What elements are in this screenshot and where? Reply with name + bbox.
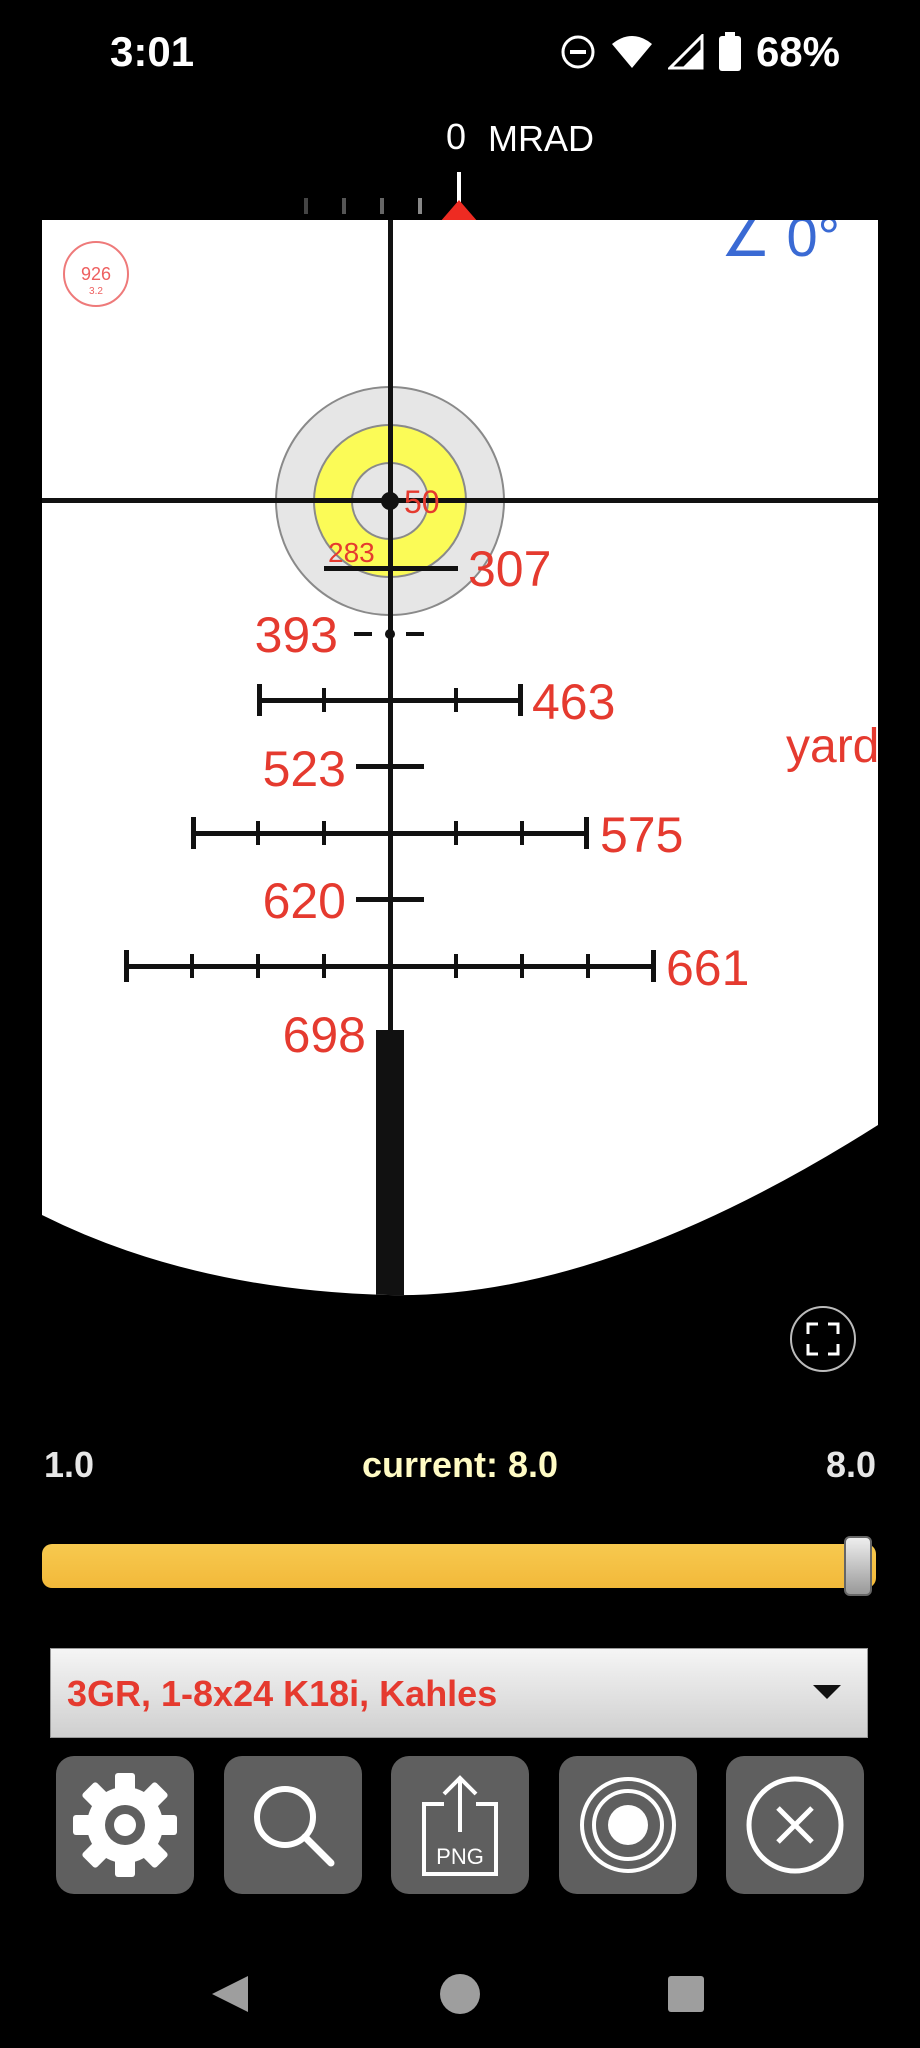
reticle-view[interactable]: 926 3.2 ∠ 0° yard 50 283 307 393 463 523…: [42, 220, 878, 1300]
holdover-label-698: 698: [283, 1007, 366, 1063]
badge-top-value: 926: [81, 264, 111, 284]
target-icon: [579, 1777, 676, 1873]
status-icons: 68%: [560, 28, 840, 76]
target-label-283: 283: [328, 537, 375, 568]
mrad-value: 0: [446, 116, 467, 157]
holdover-bar-523: [356, 764, 424, 769]
badge-bottom-value: 3.2: [89, 286, 103, 297]
zoom-current-label: current: 8.0: [361, 1444, 559, 1485]
range-unit-label: yard: [786, 720, 878, 773]
zoom-slider-thumb[interactable]: [844, 1536, 872, 1596]
fullscreen-button[interactable]: [790, 1306, 856, 1372]
toolbar: PNG: [56, 1756, 864, 1894]
do-not-disturb-icon: [561, 35, 595, 69]
holdover-label-393: 393: [255, 607, 338, 663]
crosshair-vertical: [388, 220, 393, 1032]
holdover-label-307: 307: [468, 541, 551, 597]
zoom-slider[interactable]: [42, 1544, 876, 1588]
mrad-tick: [457, 172, 461, 202]
crosshair-horizontal: [42, 498, 878, 503]
mrad-pointer-icon: [440, 200, 478, 222]
reticle-background: [42, 220, 878, 1296]
scope-select[interactable]: 3GR, 1-8x24 K18i, Kahles: [50, 1648, 868, 1738]
holdover-label-463: 463: [532, 674, 615, 730]
crosshair-center-dot: [381, 492, 399, 510]
search-icon: [253, 1786, 334, 1867]
gear-icon: [73, 1773, 177, 1877]
cant-angle-label: ∠ 0°: [721, 220, 840, 268]
status-time: 3:01: [110, 28, 195, 75]
home-icon[interactable]: [440, 1974, 480, 2014]
holdover-bar-620: [356, 897, 424, 902]
close-button[interactable]: [726, 1756, 864, 1894]
close-icon: [746, 1776, 844, 1874]
mrad-scale: [304, 172, 478, 222]
holdover-label-523: 523: [263, 741, 346, 797]
target-button[interactable]: [558, 1756, 697, 1894]
wifi-icon: [611, 36, 652, 68]
mrad-tick: [380, 198, 384, 214]
cell-signal-icon: [667, 34, 704, 70]
png-label: PNG: [436, 1844, 484, 1869]
holdover-label-661: 661: [666, 940, 749, 996]
target-label-50: 50: [404, 484, 440, 520]
zoom-max-label: 8.0: [825, 1444, 876, 1485]
mrad-tick: [342, 198, 346, 214]
export-png-button[interactable]: PNG: [391, 1756, 529, 1894]
mrad-tick: [304, 198, 308, 214]
battery-percent: 68%: [755, 28, 840, 75]
scope-select-value: 3GR, 1-8x24 K18i, Kahles: [67, 1673, 498, 1714]
fullscreen-icon: [806, 1322, 840, 1356]
navigation-bar: [212, 1974, 704, 2014]
recents-icon[interactable]: [668, 1976, 704, 2012]
mrad-unit-label: MRAD: [488, 118, 594, 159]
settings-button[interactable]: [56, 1756, 194, 1894]
holdover-label-620: 620: [263, 873, 346, 929]
share-png-icon: PNG: [422, 1775, 498, 1876]
mrad-tick: [418, 198, 422, 214]
search-button[interactable]: [223, 1756, 362, 1894]
dropdown-arrow-icon: [813, 1685, 841, 1699]
crosshair-post: [376, 1030, 404, 1296]
back-icon[interactable]: [212, 1976, 248, 2012]
battery-icon: [718, 32, 741, 71]
holdover-label-575: 575: [600, 807, 683, 863]
